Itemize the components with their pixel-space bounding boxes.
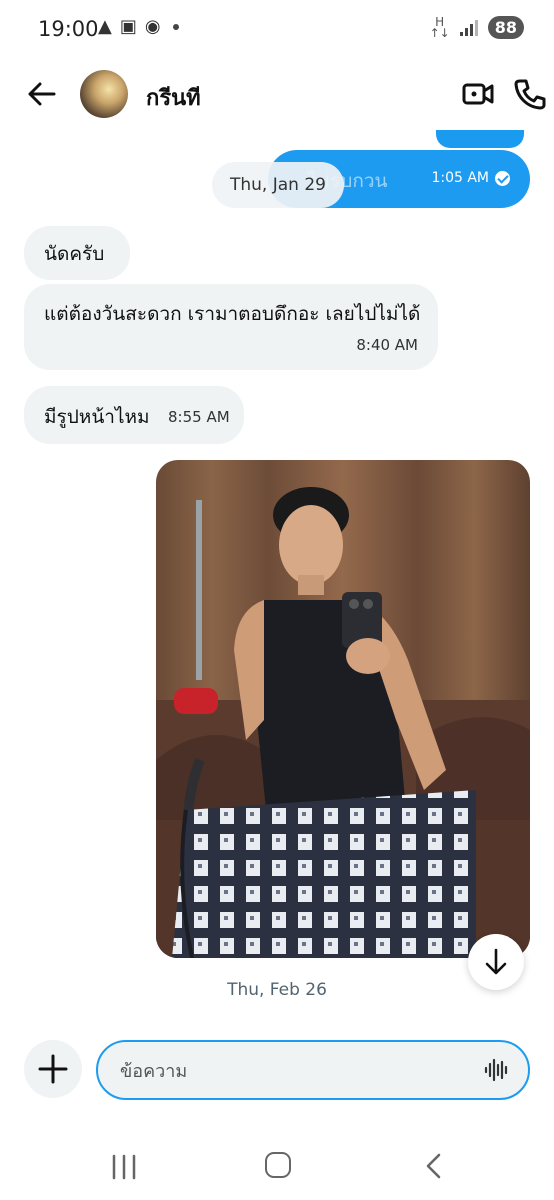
home-button[interactable] [265, 1152, 291, 1178]
screenshot-icon: ▣ [119, 16, 137, 37]
read-receipt-icon [495, 170, 510, 186]
system-back-button[interactable] [422, 1152, 446, 1180]
message-input[interactable] [118, 1054, 462, 1088]
status-time: 19:00 [38, 17, 99, 41]
message-time: 1:05 AM [431, 170, 489, 186]
chat-header: กรีนที [0, 60, 554, 130]
message-meta: 1:05 AM [431, 170, 510, 186]
video-camera-icon [462, 83, 494, 105]
status-right: H ↑↓ 88 [430, 16, 524, 39]
incoming-message[interactable]: มีรูปหน้าไหม 8:55 AM [24, 386, 244, 444]
date-divider: Thu, Feb 26 [227, 980, 327, 1000]
plus-icon [38, 1054, 68, 1084]
message-time: 8:55 AM [168, 408, 230, 426]
battery-badge: 88 [487, 16, 524, 39]
add-attachment-button[interactable] [24, 1040, 82, 1098]
back-button[interactable] [24, 76, 60, 112]
outgoing-message-partial[interactable] [436, 130, 524, 148]
incoming-message[interactable]: แต่ต้องวันสะดวก เรามาตอบดึกอะ เลยไปไม่ได… [24, 284, 438, 370]
message-text: แต่ต้องวันสะดวก เรามาตอบดึกอะ เลยไปไม่ได… [44, 303, 421, 325]
recent-apps-button[interactable] [110, 1154, 138, 1180]
message-list[interactable]: ไม่รบกวน 1:05 AM Thu, Jan 29 นัดครับ แต่… [0, 130, 554, 1020]
message-time: 8:40 AM [356, 336, 418, 354]
message-input-box[interactable] [96, 1040, 530, 1100]
chevron-left-icon [426, 1153, 441, 1179]
recent-apps-icon [112, 1154, 136, 1180]
message-composer [0, 1020, 554, 1130]
back-arrow-icon [28, 82, 56, 106]
avatar[interactable] [80, 70, 128, 118]
network-type-icon: H ↑↓ [429, 14, 450, 40]
incoming-message[interactable]: นัดครับ [24, 226, 130, 280]
status-bar: 19:00 ▲ ▣ ◉ H ↑↓ 88 [0, 0, 554, 60]
voice-message-button[interactable] [484, 1058, 510, 1082]
contact-name[interactable]: กรีนที [146, 80, 201, 115]
photo-message[interactable] [156, 460, 530, 958]
message-text: นัดครับ [44, 243, 105, 265]
warning-icon: ▲ [98, 16, 112, 37]
chat-screen: 19:00 ▲ ▣ ◉ H ↑↓ 88 กรีนที ไม่รบกวน 1:05… [0, 0, 554, 1200]
photo-image [156, 460, 530, 958]
phone-icon [514, 79, 546, 110]
message-text: มีรูปหน้าไหม [44, 406, 150, 428]
voice-call-button[interactable] [512, 76, 548, 112]
audio-waveform-icon [484, 1058, 508, 1082]
system-navigation-bar [0, 1130, 554, 1200]
date-divider: Thu, Jan 29 [212, 162, 344, 208]
video-call-button[interactable] [460, 76, 496, 112]
signal-icon [459, 19, 478, 36]
notification-icons: ▲ ▣ ◉ [98, 18, 179, 36]
more-notifications-icon [172, 24, 179, 30]
messenger-icon: ◉ [144, 16, 161, 37]
